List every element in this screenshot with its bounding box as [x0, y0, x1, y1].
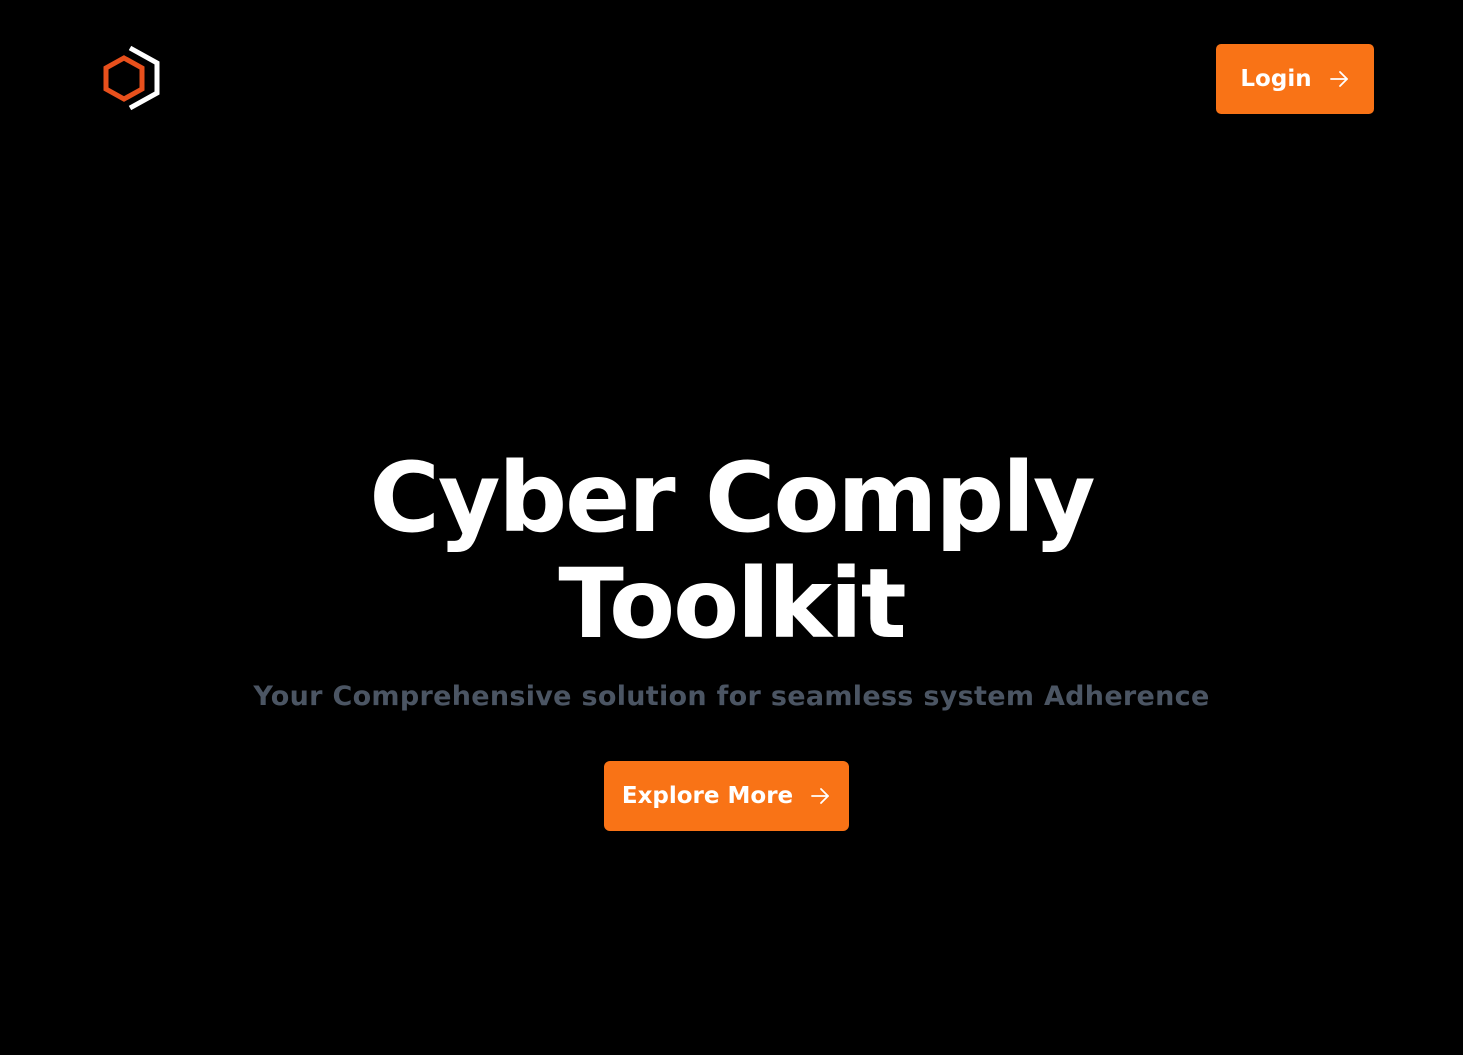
hero-title-line-1: Cyber Comply: [369, 442, 1095, 554]
arrow-right-icon: [1328, 68, 1350, 90]
hexagon-logo-icon[interactable]: [100, 44, 164, 112]
explore-more-button[interactable]: Explore More: [604, 761, 849, 831]
arrow-right-icon: [809, 785, 831, 807]
hero-section: Cyber Comply Toolkit Your Comprehensive …: [0, 445, 1463, 715]
hero-title-line-2: Toolkit: [558, 548, 906, 660]
login-button[interactable]: Login: [1216, 44, 1374, 114]
hero-title: Cyber Comply Toolkit: [0, 445, 1463, 657]
landing-page: Login Cyber Comply Toolkit Your Comprehe…: [0, 0, 1463, 1055]
explore-more-label: Explore More: [621, 783, 794, 809]
hero-subtitle: Your Comprehensive solution for seamless…: [253, 681, 1210, 712]
login-button-label: Login: [1240, 66, 1312, 92]
